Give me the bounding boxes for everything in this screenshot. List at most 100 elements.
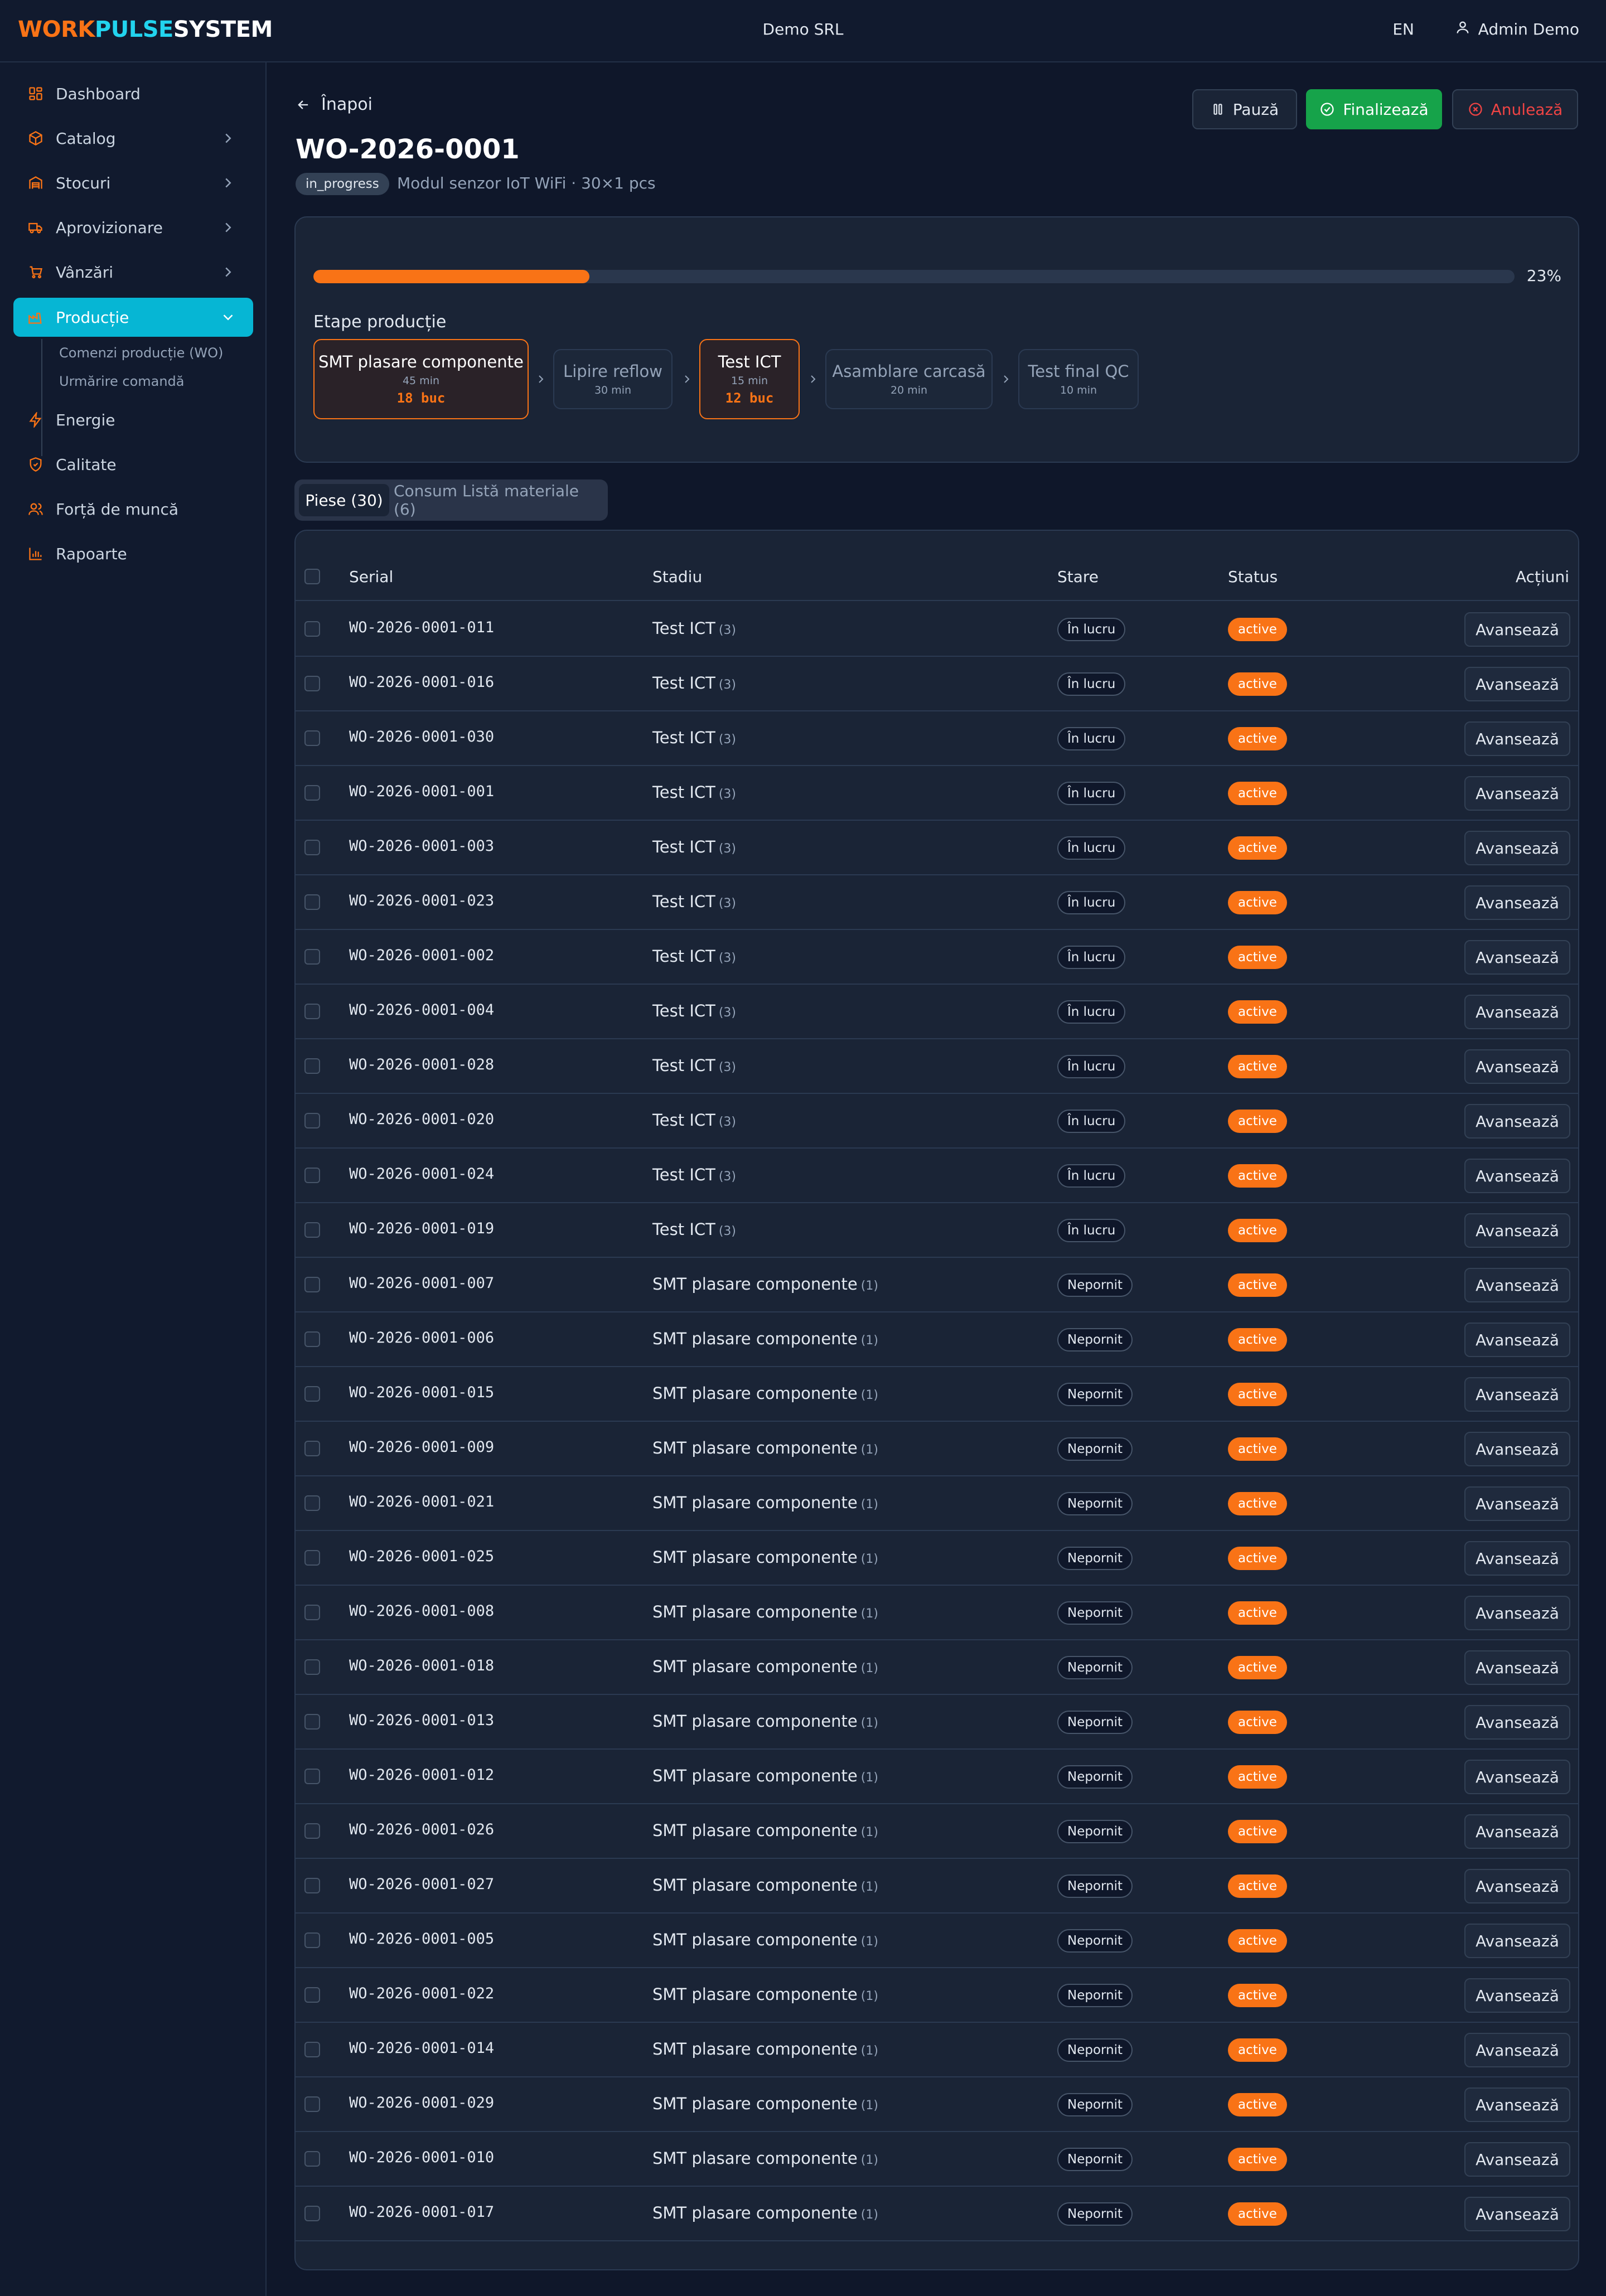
stage-test-final-qc[interactable]: Test final QC 10 min: [1018, 349, 1139, 409]
row-checkbox[interactable]: [304, 1004, 320, 1019]
sidebar-item-rapoarte[interactable]: Rapoarte: [13, 534, 253, 573]
advance-button[interactable]: Avansează: [1464, 1213, 1570, 1248]
back-link[interactable]: Înapoi: [296, 95, 373, 114]
advance-button[interactable]: Avansează: [1464, 885, 1570, 920]
stage-smt-plasare-componente[interactable]: SMT plasare componente 45 min 18 buc: [313, 339, 529, 419]
row-checkbox[interactable]: [304, 1168, 320, 1183]
cancel-button[interactable]: Anulează: [1452, 89, 1578, 129]
advance-button[interactable]: Avansează: [1464, 2087, 1570, 2122]
advance-button[interactable]: Avansează: [1464, 2197, 1570, 2231]
advance-button[interactable]: Avansează: [1464, 1978, 1570, 2013]
user-menu[interactable]: Admin Demo: [1455, 17, 1579, 41]
row-checkbox[interactable]: [304, 1441, 320, 1456]
language-switcher[interactable]: EN: [1392, 20, 1414, 38]
row-checkbox[interactable]: [304, 1605, 320, 1620]
row-checkbox[interactable]: [304, 949, 320, 965]
tab-piese[interactable]: Piese (30): [299, 484, 389, 516]
row-checkbox[interactable]: [304, 1058, 320, 1074]
stage-test-ict[interactable]: Test ICT 15 min 12 buc: [699, 339, 800, 419]
serial-cell: WO-2026-0001-029: [349, 2094, 495, 2111]
finish-button[interactable]: Finalizează: [1306, 89, 1442, 129]
row-checkbox[interactable]: [304, 1495, 320, 1511]
sidebar-item-stocuri[interactable]: Stocuri: [13, 163, 253, 202]
pause-button[interactable]: Pauză: [1192, 89, 1297, 129]
row-checkbox[interactable]: [304, 1331, 320, 1347]
sidebar-item-vanzari[interactable]: Vânzări: [13, 253, 253, 292]
state-badge: În lucru: [1057, 836, 1126, 860]
tab-consum-lista-materiale[interactable]: Consum Listă materiale (6): [394, 482, 603, 519]
sidebar-subitem-urmarire-comanda[interactable]: Urmărire comandă: [59, 374, 184, 389]
row-checkbox[interactable]: [304, 1386, 320, 1402]
app-logo[interactable]: WORKPULSESYSTEM: [18, 17, 273, 42]
advance-button[interactable]: Avansează: [1464, 2142, 1570, 2177]
select-all-checkbox[interactable]: [304, 569, 320, 584]
table-row: WO-2026-0001-012 SMT plasare componente (1…: [296, 1750, 1578, 1804]
stage-name: SMT plasare componente: [652, 1876, 858, 1895]
row-checkbox[interactable]: [304, 840, 320, 855]
sidebar-item-catalog[interactable]: Catalog: [13, 119, 253, 158]
row-checkbox[interactable]: [304, 730, 320, 746]
advance-button[interactable]: Avansează: [1464, 940, 1570, 975]
row-checkbox[interactable]: [304, 2096, 320, 2112]
stage-step: (1): [860, 1771, 878, 1785]
advance-button[interactable]: Avansează: [1464, 1541, 1570, 1576]
advance-button[interactable]: Avansează: [1464, 1104, 1570, 1139]
row-checkbox[interactable]: [304, 1714, 320, 1730]
row-checkbox[interactable]: [304, 2151, 320, 2167]
sidebar-item-forta-de-munca[interactable]: Forță de muncă: [13, 490, 253, 529]
row-checkbox[interactable]: [304, 621, 320, 637]
advance-button[interactable]: Avansează: [1464, 1596, 1570, 1630]
advance-button[interactable]: Avansează: [1464, 1159, 1570, 1193]
advance-button[interactable]: Avansează: [1464, 776, 1570, 811]
sidebar-item-productie[interactable]: Producție: [13, 298, 253, 337]
advance-button[interactable]: Avansează: [1464, 1377, 1570, 1412]
row-checkbox[interactable]: [304, 676, 320, 691]
row-checkbox[interactable]: [304, 1277, 320, 1292]
advance-button[interactable]: Avansează: [1464, 2033, 1570, 2067]
sidebar-item-label: Producție: [56, 308, 129, 327]
advance-button[interactable]: Avansează: [1464, 1705, 1570, 1740]
row-checkbox[interactable]: [304, 1113, 320, 1128]
state-badge: În lucru: [1057, 891, 1126, 914]
stage-cell: Test ICT (3): [652, 728, 736, 747]
advance-button[interactable]: Avansează: [1464, 721, 1570, 756]
row-checkbox[interactable]: [304, 894, 320, 910]
column-header-stadiu: Stadiu: [652, 568, 703, 586]
advance-button[interactable]: Avansează: [1464, 612, 1570, 647]
row-checkbox[interactable]: [304, 1823, 320, 1839]
sidebar-item-aprovizionare[interactable]: Aprovizionare: [13, 208, 253, 247]
advance-button[interactable]: Avansează: [1464, 831, 1570, 865]
stage-cell: Test ICT (3): [652, 1165, 736, 1184]
row-checkbox[interactable]: [304, 1550, 320, 1566]
advance-button[interactable]: Avansează: [1464, 1650, 1570, 1685]
row-checkbox[interactable]: [304, 1222, 320, 1238]
row-checkbox[interactable]: [304, 1932, 320, 1948]
advance-button[interactable]: Avansează: [1464, 1268, 1570, 1302]
row-checkbox[interactable]: [304, 785, 320, 801]
advance-button[interactable]: Avansează: [1464, 1323, 1570, 1357]
advance-button[interactable]: Avansează: [1464, 1486, 1570, 1521]
row-checkbox[interactable]: [304, 2042, 320, 2057]
stage-step: (1): [860, 1825, 878, 1839]
advance-button[interactable]: Avansează: [1464, 1869, 1570, 1903]
advance-button[interactable]: Avansează: [1464, 1049, 1570, 1084]
advance-button[interactable]: Avansează: [1464, 1760, 1570, 1794]
row-checkbox[interactable]: [304, 2206, 320, 2221]
stage-asamblare-carcasa[interactable]: Asamblare carcasă 20 min: [825, 349, 993, 409]
stage-lipire-reflow[interactable]: Lipire reflow 30 min: [553, 349, 673, 409]
advance-button[interactable]: Avansează: [1464, 1814, 1570, 1849]
row-checkbox[interactable]: [304, 1878, 320, 1893]
advance-button[interactable]: Avansează: [1464, 1924, 1570, 1958]
row-checkbox[interactable]: [304, 1987, 320, 2003]
row-checkbox[interactable]: [304, 1659, 320, 1675]
sidebar-subitem-comenzi-productie[interactable]: Comenzi producție (WO): [59, 345, 223, 361]
sidebar-item-energie[interactable]: Energie: [13, 400, 253, 439]
row-checkbox[interactable]: [304, 1769, 320, 1784]
sidebar-item-calitate[interactable]: Calitate: [13, 445, 253, 484]
column-header-actions: Acțiuni: [1515, 568, 1569, 586]
advance-button[interactable]: Avansează: [1464, 1432, 1570, 1466]
advance-button[interactable]: Avansează: [1464, 667, 1570, 701]
advance-button[interactable]: Avansează: [1464, 995, 1570, 1029]
sidebar-item-dashboard[interactable]: Dashboard: [13, 74, 253, 113]
page-title: WO-2026-0001: [296, 134, 520, 165]
